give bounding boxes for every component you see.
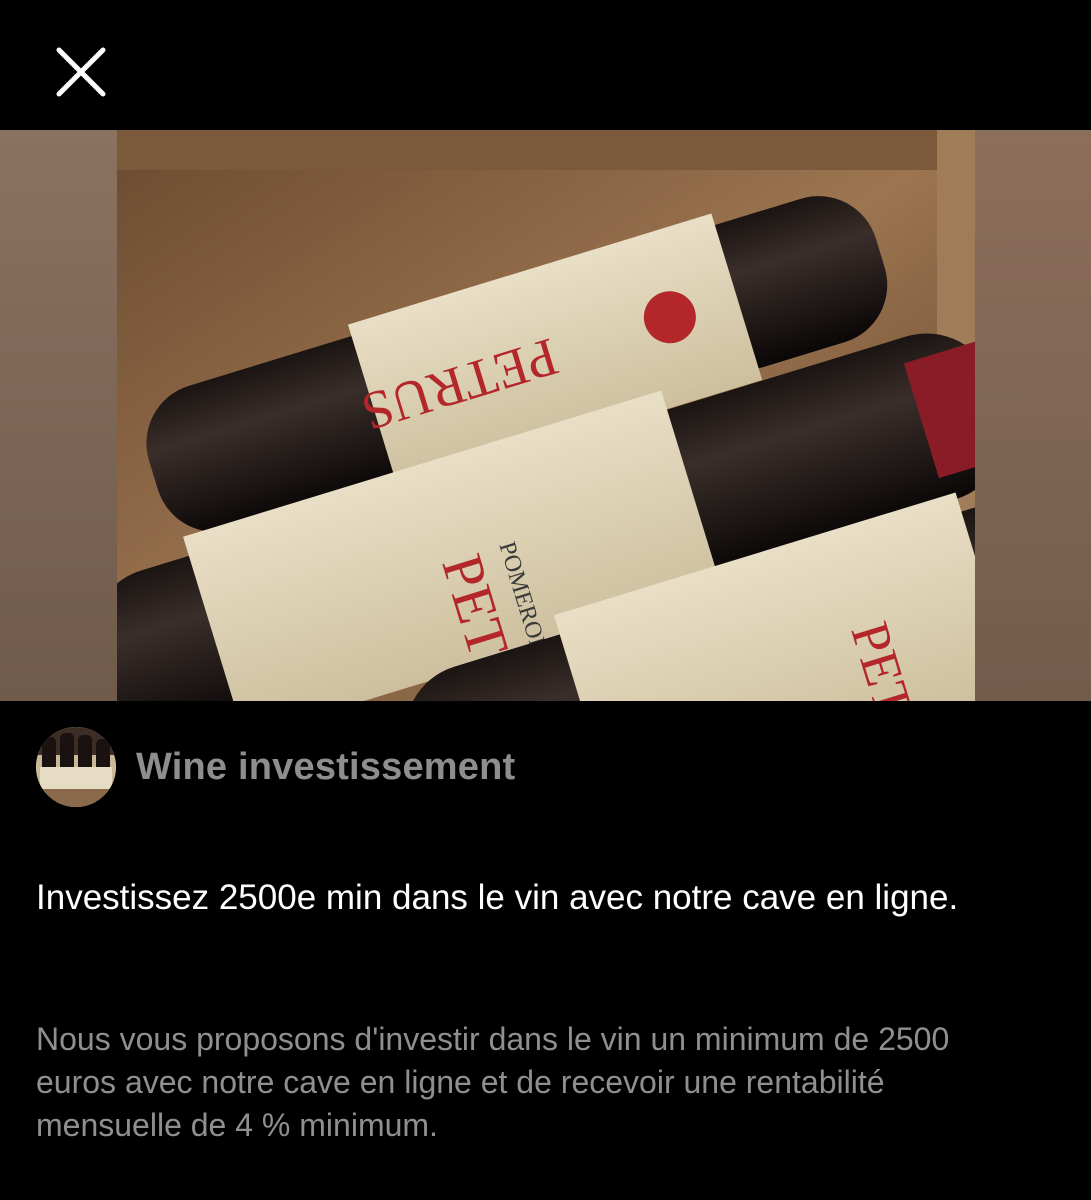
- top-bar: [0, 0, 1091, 130]
- author-avatar[interactable]: [36, 727, 116, 807]
- close-icon: [56, 47, 106, 97]
- wine-bottles-avatar: [36, 727, 116, 807]
- close-button[interactable]: [49, 40, 113, 104]
- post-headline: Investissez 2500e min dans le vin avec n…: [36, 878, 959, 917]
- post-description: Nous vous proposons d'investir dans le v…: [36, 1021, 950, 1143]
- post-media[interactable]: PETRUS PETRUS POMEROL PETRUS: [0, 130, 1091, 701]
- wine-bottles-photo: PETRUS PETRUS POMEROL PETRUS: [117, 130, 975, 701]
- media-padding-right: [975, 130, 1091, 701]
- post-author[interactable]: Wine investissement: [36, 727, 515, 807]
- author-name[interactable]: Wine investissement: [136, 746, 515, 789]
- media-padding-left: [0, 130, 117, 701]
